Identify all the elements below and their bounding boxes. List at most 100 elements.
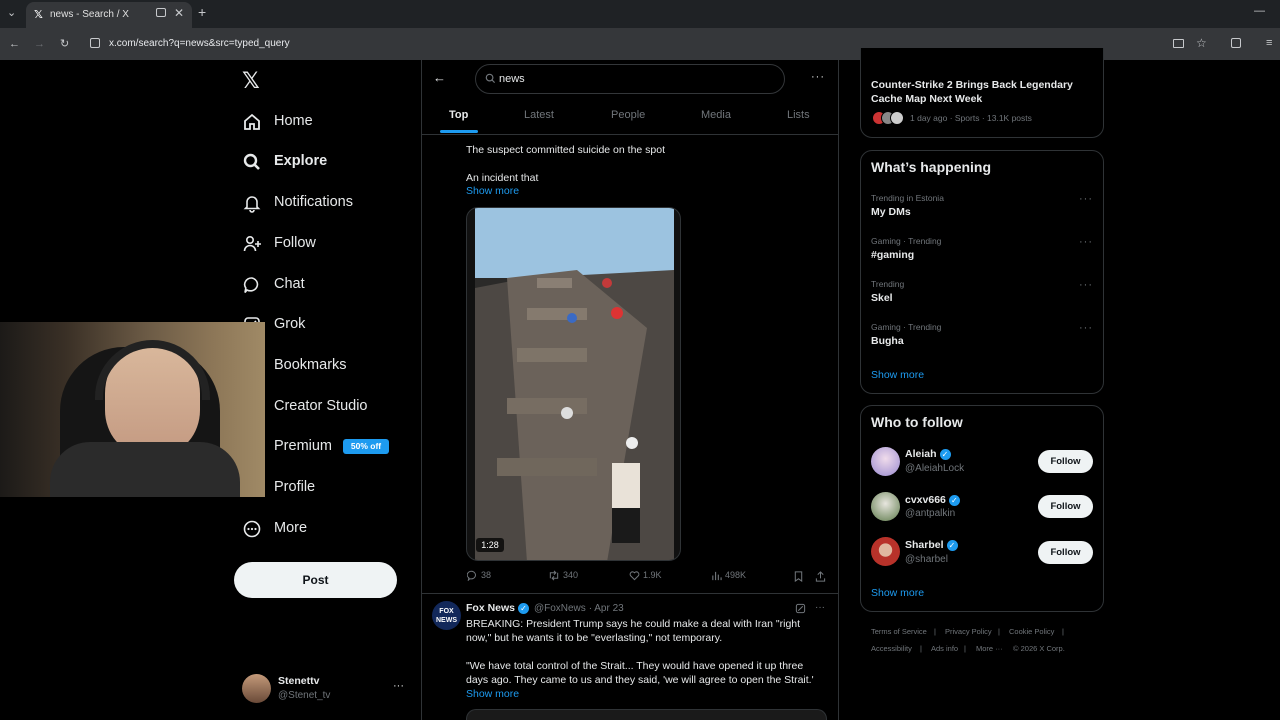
tweet-video[interactable]: [466, 207, 681, 561]
like-button[interactable]: 1.9K: [629, 570, 662, 584]
footer-separator: |: [1062, 627, 1064, 636]
trend-item[interactable]: #gaming: [871, 249, 914, 261]
trend-more-icon[interactable]: ···: [1079, 322, 1093, 334]
search-icon: [243, 153, 260, 170]
browser-tab[interactable]: 𝕏 news - Search / X ✕: [26, 2, 192, 28]
forward-icon[interactable]: →: [34, 38, 45, 50]
tweet-text-line: BREAKING: President Trump says he could …: [466, 618, 801, 630]
trend-more-icon[interactable]: ···: [1079, 279, 1093, 291]
trend-item[interactable]: My DMs: [871, 206, 911, 218]
tweet-author[interactable]: Fox News: [466, 602, 515, 614]
tweet-handle[interactable]: @FoxNews: [534, 603, 586, 614]
nav-explore[interactable]: Explore: [234, 143, 404, 179]
footer-separator: |: [964, 644, 966, 653]
back-icon[interactable]: ←: [9, 38, 20, 50]
trend-meta: Trending: [871, 279, 905, 289]
side-panel-icon[interactable]: ≡: [1266, 37, 1272, 49]
top-story-title[interactable]: Counter-Strike 2 Brings Back Legendary C…: [871, 78, 1073, 106]
tab-search-icon[interactable]: ⌄: [7, 7, 16, 19]
footer-privacy-link[interactable]: Privacy Policy: [945, 627, 992, 636]
bell-icon: [243, 196, 261, 213]
nav-label: Creator Studio: [274, 398, 368, 414]
footer-terms-link[interactable]: Terms of Service: [871, 627, 927, 636]
grok-icon[interactable]: [795, 603, 806, 614]
more-circle-icon: [243, 520, 261, 538]
search-icon: [485, 73, 496, 84]
follow-button[interactable]: Follow: [1038, 541, 1093, 564]
reply-button[interactable]: 38: [467, 570, 491, 584]
trend-item[interactable]: Bugha: [871, 335, 904, 347]
tab-lists[interactable]: Lists: [787, 109, 810, 121]
tab-media[interactable]: Media: [701, 109, 731, 121]
minimize-icon[interactable]: —: [1254, 5, 1265, 17]
bookmark-star-icon[interactable]: ☆: [1196, 37, 1207, 49]
post-button[interactable]: Post: [234, 562, 397, 598]
nav-notifications[interactable]: Notifications: [234, 184, 404, 220]
views-button[interactable]: 498K: [711, 570, 746, 584]
views-icon: [712, 571, 722, 581]
nav-follow[interactable]: Follow: [234, 225, 404, 261]
show-more-link[interactable]: Show more: [466, 185, 519, 197]
nav-more[interactable]: More: [234, 510, 404, 546]
webcam-overlay: [0, 322, 265, 497]
whats-happening-title: What’s happening: [871, 159, 992, 175]
new-tab-icon[interactable]: +: [198, 5, 206, 19]
footer-separator: |: [920, 644, 922, 653]
tweet-more-icon[interactable]: ···: [815, 602, 825, 613]
search-settings-more-icon[interactable]: ···: [811, 71, 825, 83]
follow-button[interactable]: Follow: [1038, 450, 1093, 473]
reload-icon[interactable]: ↻: [60, 38, 69, 50]
trend-more-icon[interactable]: ···: [1079, 193, 1093, 205]
tab-close-icon[interactable]: ✕: [174, 6, 184, 20]
show-more-link[interactable]: Show more: [871, 369, 924, 381]
tweet-media-preview[interactable]: [466, 709, 827, 720]
avatar: [890, 111, 904, 125]
nav-home[interactable]: Home: [234, 103, 404, 139]
tweet-date[interactable]: · Apr 23: [589, 603, 624, 614]
tab-latest[interactable]: Latest: [524, 109, 554, 121]
trend-more-icon[interactable]: ···: [1079, 236, 1093, 248]
footer-cookie-link[interactable]: Cookie Policy: [1009, 627, 1054, 636]
x-logo-icon[interactable]: 𝕏: [242, 68, 260, 94]
show-more-link[interactable]: Show more: [466, 688, 519, 700]
verified-badge-icon: ✓: [939, 448, 951, 460]
footer-accessibility-link[interactable]: Accessibility: [871, 644, 912, 653]
user-handle: @AleiahLock: [905, 463, 965, 474]
repost-button[interactable]: 340: [548, 570, 578, 584]
user-name-row[interactable]: cvxv666 ✓: [905, 494, 960, 506]
user-name-row[interactable]: Sharbel ✓: [905, 539, 958, 551]
show-more-link[interactable]: Show more: [871, 587, 924, 599]
avatar[interactable]: [871, 537, 900, 566]
share-icon[interactable]: [815, 571, 826, 582]
footer-more-link[interactable]: More ···: [976, 644, 1003, 653]
avatar[interactable]: FOX NEWS: [432, 601, 461, 630]
tab-title: news - Search / X: [50, 9, 129, 20]
avatar[interactable]: [871, 492, 900, 521]
back-arrow-icon[interactable]: ←: [433, 70, 446, 85]
install-app-icon[interactable]: [1173, 39, 1184, 48]
avatar[interactable]: [871, 447, 900, 476]
nav-label: Chat: [274, 276, 305, 292]
url-text: x.com/search?q=news&src=typed_query: [109, 38, 290, 49]
tab-people[interactable]: People: [611, 109, 645, 121]
account-more-icon[interactable]: ···: [393, 680, 404, 692]
heart-icon: [629, 571, 640, 581]
account-switcher[interactable]: Stenettv @Stenet_tv ···: [242, 672, 412, 706]
nav-label: Follow: [274, 235, 316, 251]
tab-top[interactable]: Top: [449, 109, 468, 121]
bookmark-icon[interactable]: [793, 571, 804, 582]
top-story-meta: 1 day ago · Sports · 13.1K posts: [910, 113, 1032, 123]
extensions-icon[interactable]: [1231, 38, 1241, 48]
tab-media-icon[interactable]: [156, 8, 166, 17]
add-person-icon: [243, 235, 261, 252]
nav-chat[interactable]: Chat: [234, 266, 404, 302]
footer-ads-info-link[interactable]: Ads info: [931, 644, 958, 653]
follow-button[interactable]: Follow: [1038, 495, 1093, 518]
tweet-text-line: now," but he wants it to be "everlasting…: [466, 632, 723, 644]
trend-item[interactable]: Skel: [871, 292, 893, 304]
nav-label: Bookmarks: [274, 357, 347, 373]
user-name-row[interactable]: Aleiah ✓: [905, 448, 951, 460]
site-info-icon[interactable]: [90, 38, 100, 48]
search-input[interactable]: news: [475, 64, 785, 94]
tweet-text-line: "We have total control of the Strait... …: [466, 660, 804, 672]
